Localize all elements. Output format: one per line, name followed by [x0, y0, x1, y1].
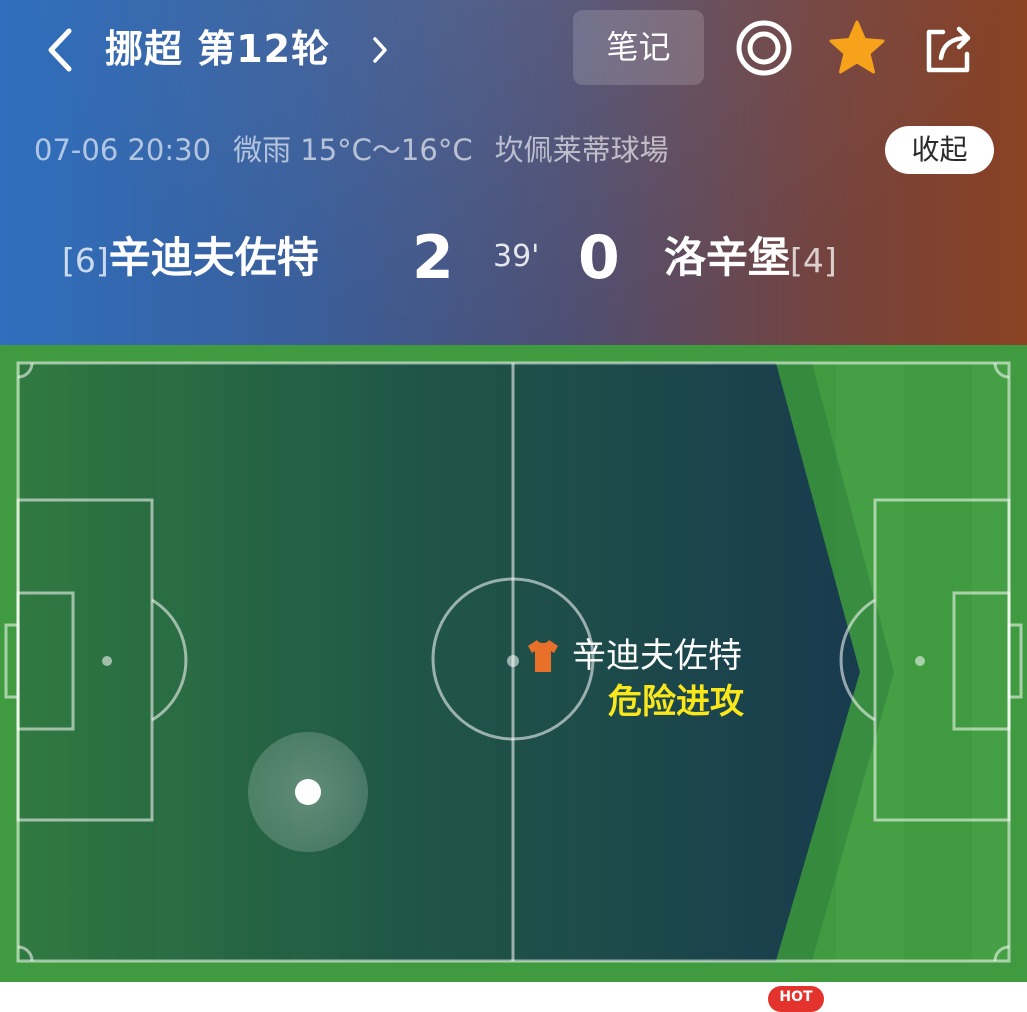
back-button[interactable] — [38, 22, 82, 78]
event-type: 危险进攻 — [608, 682, 744, 722]
share-button[interactable] — [919, 18, 979, 78]
away-score: 0 — [578, 223, 620, 293]
notes-button[interactable]: 笔记 — [573, 10, 704, 85]
match-venue: 坎佩莱蒂球場 — [494, 133, 669, 167]
match-weather: 微雨 15°C～16°C — [233, 133, 473, 167]
league-round-title[interactable]: 挪超 第12轮 — [105, 20, 330, 78]
hot-badge: HOT — [768, 986, 824, 1012]
live-target-icon — [736, 20, 792, 76]
league-round-link[interactable] — [366, 30, 394, 70]
share-icon — [926, 26, 971, 73]
home-team-name: 辛迪夫佐特 — [108, 233, 319, 282]
away-team-name: 洛辛堡 — [664, 233, 791, 282]
away-team-rank: [4] — [790, 241, 837, 280]
event-team-name: 辛迪夫佐特 — [572, 636, 742, 676]
bottom-tab-strip — [0, 982, 1027, 1000]
home-score: 2 — [412, 223, 454, 293]
collapse-button[interactable]: 收起 — [885, 126, 994, 174]
match-datetime: 07-06 20:30 — [34, 133, 212, 167]
pitch-graphic — [0, 345, 1027, 982]
home-team-rank: [6] — [62, 241, 109, 280]
match-minute: 39' — [493, 239, 540, 274]
shirt-icon — [528, 640, 558, 672]
away-team[interactable]: 洛辛堡[4] — [664, 225, 837, 291]
live-target-button[interactable] — [734, 18, 794, 78]
match-info-line: 07-06 20:30 微雨 15°C～16°C 坎佩莱蒂球場 — [34, 126, 691, 174]
ball-marker — [295, 779, 321, 805]
live-pitch: 辛迪夫佐特 危险进攻 — [0, 345, 1027, 982]
back-icon — [48, 28, 72, 72]
match-header: 挪超 第12轮 笔记 07-06 20:30 微雨 15°C～16°C 坎佩莱蒂球場… — [0, 0, 1027, 345]
home-team[interactable]: [6]辛迪夫佐特 — [62, 225, 319, 291]
favorite-button[interactable] — [827, 18, 887, 78]
chevron-right-icon — [373, 37, 387, 63]
star-icon — [829, 20, 885, 74]
